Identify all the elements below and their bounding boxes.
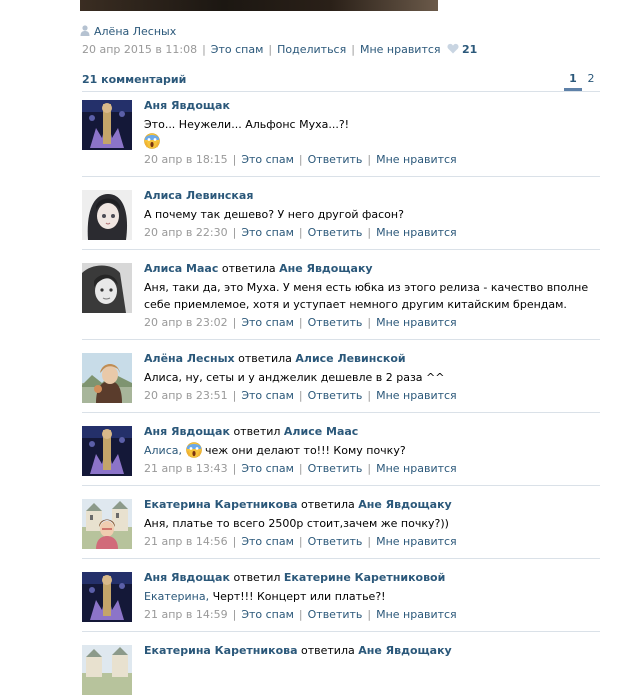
comment-reply-link[interactable]: Ответить (308, 389, 363, 402)
comment-item: Алиса Маас ответила Ане Явдощаку Аня, та… (82, 259, 600, 340)
comment-author[interactable]: Алёна Лесных (144, 352, 235, 365)
post-spam-link[interactable]: Это спам (211, 43, 264, 56)
comment-spam-link[interactable]: Это спам (241, 226, 294, 239)
comment-reply-link[interactable]: Ответить (308, 316, 363, 329)
comment-reply-link[interactable]: Ответить (308, 608, 363, 621)
comment-author[interactable]: Аня Явдощак (144, 425, 230, 438)
pager-page-1[interactable]: 1 (564, 72, 582, 91)
comment-author[interactable]: Алиса Левинская (144, 189, 253, 202)
comment-spam-link[interactable]: Это спам (241, 535, 294, 548)
post-author: Алёна Лесных (80, 25, 176, 39)
comment-reply-word: ответил (233, 425, 281, 438)
comment-text: Алиса, ну, сеты и у анджелик дешевле в 2… (144, 371, 445, 384)
comment-item: Екатерина Каретникова ответила Ане Явдощ… (82, 495, 600, 559)
avatar[interactable] (82, 572, 132, 622)
comment-meta: 20 апр в 18:15 | Это спам | Ответить | Мне нра… (144, 153, 457, 166)
comment-item: Екатерина Каретникова ответила Ане Явдощ… (82, 641, 600, 695)
comment-reply-to[interactable]: Екатерине Каретниковой (284, 571, 445, 584)
comments-pager: 12 (564, 72, 600, 91)
comment-like-link[interactable]: Мне нравится (376, 226, 457, 239)
comment-item: Аня Явдощак Это... Неужели... Альфонс Му… (82, 96, 600, 177)
comments-header: 21 комментарий 12 (82, 72, 600, 92)
comment-spam-link[interactable]: Это спам (241, 153, 294, 166)
comment-item: Алиса Левинская А почему так дешево? У н… (82, 186, 600, 250)
comment-reply-to[interactable]: Ане Явдощаку (358, 644, 452, 657)
comment-reply-link[interactable]: Ответить (308, 462, 363, 475)
comment-spam-link[interactable]: Это спам (241, 608, 294, 621)
comment-item: Алёна Лесных ответила Алисе Левинской Ал… (82, 349, 600, 413)
post-like-count: 21 (462, 43, 478, 56)
comment-reply-to[interactable]: Ане Явдощаку (279, 262, 373, 275)
comment-reply-word: ответила (301, 644, 355, 657)
comment-text: Аня, платье то всего 2500р стоит,зачем ж… (144, 517, 449, 530)
comment-item: Аня Явдощак ответил Екатерине Каретников… (82, 568, 600, 632)
comment-date[interactable]: 21 апр в 14:59 (144, 608, 228, 621)
comment-text: Аня, таки да, это Муха. У меня есть юбка… (144, 281, 589, 311)
comment-spam-link[interactable]: Это спам (241, 389, 294, 402)
comment-reply-to[interactable]: Алисе Маас (284, 425, 358, 438)
comment-mention[interactable]: Алиса, (144, 444, 182, 457)
comment-meta: 20 апр в 23:02 | Это спам | Ответить | Мне нра… (144, 316, 457, 329)
comment-spam-link[interactable]: Это спам (241, 316, 294, 329)
pager-page-2[interactable]: 2 (582, 72, 600, 88)
comment-date[interactable]: 20 апр в 18:15 (144, 153, 228, 166)
avatar[interactable] (82, 353, 132, 403)
post-like-link[interactable]: Мне нравится (360, 43, 441, 56)
comment-like-link[interactable]: Мне нравится (376, 316, 457, 329)
comment-date[interactable]: 20 апр в 22:30 (144, 226, 228, 239)
comment-reply-word: ответила (301, 498, 355, 511)
comment-text: Алиса, чеж они делают то!!! Кому почку? (144, 442, 406, 458)
avatar[interactable] (82, 645, 132, 695)
avatar[interactable] (82, 426, 132, 476)
comment-like-link[interactable]: Мне нравится (376, 535, 457, 548)
comment-text: Екатерина, Черт!!! Концерт или платье?! (144, 590, 386, 603)
post-date[interactable]: 20 апр 2015 в 11:08 (82, 43, 197, 56)
comment-text: А почему так дешево? У него другой фасон… (144, 208, 404, 221)
comment-reply-link[interactable]: Ответить (308, 535, 363, 548)
comment-meta: 21 апр в 13:43 | Это спам | Ответить | Мне нра… (144, 462, 457, 475)
post-share-link[interactable]: Поделиться (277, 43, 346, 56)
screaming-face-emoji-icon (144, 133, 160, 149)
comment-meta: 21 апр в 14:59 | Это спам | Ответить | Мне нра… (144, 608, 457, 621)
comment-date[interactable]: 21 апр в 13:43 (144, 462, 228, 475)
comment-meta: 20 апр в 23:51 | Это спам | Ответить | Мне нра… (144, 389, 457, 402)
heart-icon[interactable] (447, 43, 459, 54)
comment-like-link[interactable]: Мне нравится (376, 389, 457, 402)
comment-like-link[interactable]: Мне нравится (376, 608, 457, 621)
comment-author[interactable]: Екатерина Каретникова (144, 498, 298, 511)
comment-like-link[interactable]: Мне нравится (376, 462, 457, 475)
avatar[interactable] (82, 263, 132, 313)
avatar[interactable] (82, 190, 132, 240)
comment-reply-word: ответила (238, 352, 292, 365)
comment-reply-link[interactable]: Ответить (308, 226, 363, 239)
comment-spam-link[interactable]: Это спам (241, 462, 294, 475)
comment-item: Аня Явдощак ответил Алисе Маас Алиса, че… (82, 422, 600, 486)
comment-reply-to[interactable]: Ане Явдощаку (358, 498, 452, 511)
screaming-face-emoji-icon (185, 442, 202, 458)
post-image[interactable] (80, 0, 438, 11)
comment-date[interactable]: 21 апр в 14:56 (144, 535, 228, 548)
comments-count-title: 21 комментарий (82, 73, 187, 86)
avatar[interactable] (82, 499, 132, 549)
comment-text: Это... Неужели... Альфонс Муха...?! (144, 116, 600, 150)
post-author-name[interactable]: Алёна Лесных (94, 25, 176, 38)
comment-date[interactable]: 20 апр в 23:51 (144, 389, 228, 402)
avatar[interactable] (82, 100, 132, 150)
comment-like-link[interactable]: Мне нравится (376, 153, 457, 166)
comment-reply-to[interactable]: Алисе Левинской (295, 352, 405, 365)
comment-author[interactable]: Алиса Маас (144, 262, 218, 275)
person-icon (80, 25, 90, 36)
post-meta: 20 апр 2015 в 11:08 | Это спам | Поделиться |… (82, 43, 478, 56)
comment-reply-word: ответил (233, 571, 281, 584)
comment-author[interactable]: Аня Явдощак (144, 571, 230, 584)
comment-reply-link[interactable]: Ответить (308, 153, 363, 166)
comment-author[interactable]: Екатерина Каретникова (144, 644, 298, 657)
comment-date[interactable]: 20 апр в 23:02 (144, 316, 228, 329)
comment-author[interactable]: Аня Явдощак (144, 99, 230, 112)
comment-reply-word: ответила (221, 262, 276, 275)
comment-meta: 20 апр в 22:30 | Это спам | Ответить | Мне нра… (144, 226, 457, 239)
comment-meta: 21 апр в 14:56 | Это спам | Ответить | Мне нра… (144, 535, 457, 548)
comment-mention[interactable]: Екатерина, (144, 590, 209, 603)
